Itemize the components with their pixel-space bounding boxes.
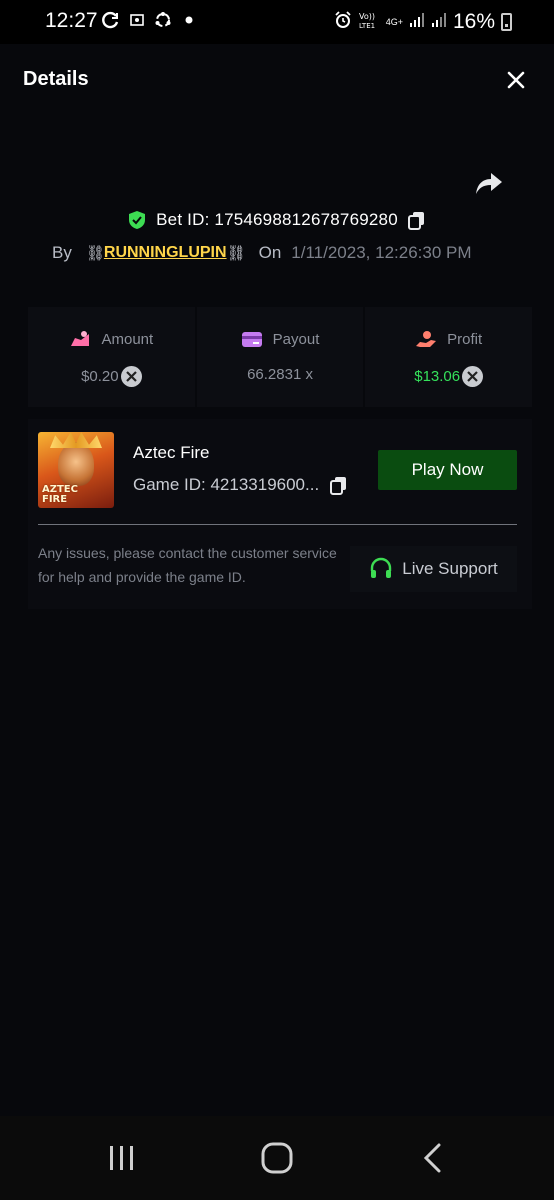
- sync-icon: [154, 10, 172, 30]
- payout-value: 66.2831 x: [247, 366, 313, 383]
- copy-icon[interactable]: [329, 475, 349, 495]
- share-button[interactable]: [474, 171, 504, 197]
- status-bar: 12:27 Vo)) LTE1 4G+ 16%: [0, 0, 554, 44]
- chain-decoration-right: ⛓: [226, 245, 246, 262]
- stat-amount: Amount $0.20: [28, 307, 195, 407]
- headset-icon: [371, 557, 392, 578]
- help-text: Any issues, please contact the customer …: [38, 545, 337, 585]
- amount-label: Amount: [101, 330, 154, 348]
- status-right-icons: Vo)) LTE1 4G+ 16%: [334, 10, 512, 34]
- volte-icon: Vo)) LTE1: [358, 11, 380, 34]
- signal-icon: [409, 12, 425, 33]
- profit-icon: [416, 331, 437, 347]
- recents-icon: [110, 1146, 133, 1170]
- home-button[interactable]: [257, 1140, 297, 1176]
- bet-id-row: Bet ID: 1754698812678769280: [0, 207, 554, 233]
- battery-icon: [501, 13, 512, 31]
- amount-icon: [71, 331, 90, 346]
- profit-label: Profit: [447, 330, 483, 348]
- game-name: Aztec Fire: [133, 443, 210, 462]
- system-nav-bar: [0, 1116, 554, 1200]
- home-icon: [261, 1142, 293, 1174]
- header: Details: [0, 44, 554, 116]
- on-label: On: [258, 243, 282, 262]
- amount-value: $0.20: [81, 368, 119, 385]
- live-support-label: Live Support: [402, 559, 498, 578]
- game-id-row: Game ID: 4213319600...: [133, 475, 349, 495]
- username-link[interactable]: RUNNINGLUPIN: [104, 244, 227, 262]
- dot-icon: [180, 10, 198, 30]
- coin-icon: [462, 366, 484, 387]
- payout-label: Payout: [272, 330, 320, 348]
- photo-icon: [128, 10, 146, 30]
- divider: [38, 524, 517, 525]
- bet-id: Bet ID: 1754698812678769280: [156, 210, 398, 229]
- profit-value: $13.06: [414, 368, 461, 385]
- card-icon: [241, 332, 262, 347]
- network-type: 4G+: [385, 16, 403, 27]
- back-button[interactable]: [413, 1140, 453, 1176]
- copy-icon[interactable]: [407, 210, 427, 230]
- back-icon: [423, 1143, 441, 1173]
- bet-datetime: 1/11/2023, 12:26:30 PM: [291, 243, 472, 262]
- game-thumbnail[interactable]: AZTEC FIRE: [38, 432, 114, 508]
- alarm-icon: [334, 10, 352, 34]
- game-card: AZTEC FIRE Aztec Fire Game ID: 421331960…: [28, 419, 532, 609]
- refresh-icon: [102, 10, 120, 30]
- status-left-icons: [102, 10, 198, 30]
- game-id: Game ID: 4213319600...: [133, 475, 320, 494]
- play-now-button[interactable]: Play Now: [378, 450, 517, 490]
- status-time: 12:27: [45, 9, 98, 32]
- recents-button[interactable]: [102, 1140, 142, 1176]
- svg-text:Vo)): Vo)): [359, 12, 375, 21]
- coin-icon: [120, 366, 142, 387]
- bet-meta-row: By ⛓ RUNNINGLUPIN ⛓ On 1/11/2023, 12:26:…: [52, 241, 472, 265]
- share-icon: [476, 173, 502, 194]
- page-title: Details: [23, 68, 89, 90]
- stat-payout: Payout 66.2831 x: [196, 307, 364, 407]
- stat-profit: Profit $13.06: [365, 307, 533, 407]
- close-icon: [507, 71, 525, 89]
- signal-icon: [431, 12, 447, 33]
- bet-stats: Amount $0.20 Payout 66.2831 x Profit $13…: [28, 307, 533, 407]
- chain-decoration-left: ⛓: [85, 245, 105, 262]
- by-label: By: [52, 243, 72, 262]
- close-button[interactable]: [504, 68, 528, 92]
- svg-text:LTE1: LTE1: [359, 22, 375, 29]
- live-support-button[interactable]: Live Support: [350, 546, 517, 592]
- thumb-title-line-2: FIRE: [42, 494, 68, 505]
- verified-shield-icon: [129, 211, 146, 229]
- details-screen: Details Bet ID: 1754698812678769280 By ⛓…: [0, 44, 554, 1116]
- battery-percent: 16%: [452, 10, 495, 33]
